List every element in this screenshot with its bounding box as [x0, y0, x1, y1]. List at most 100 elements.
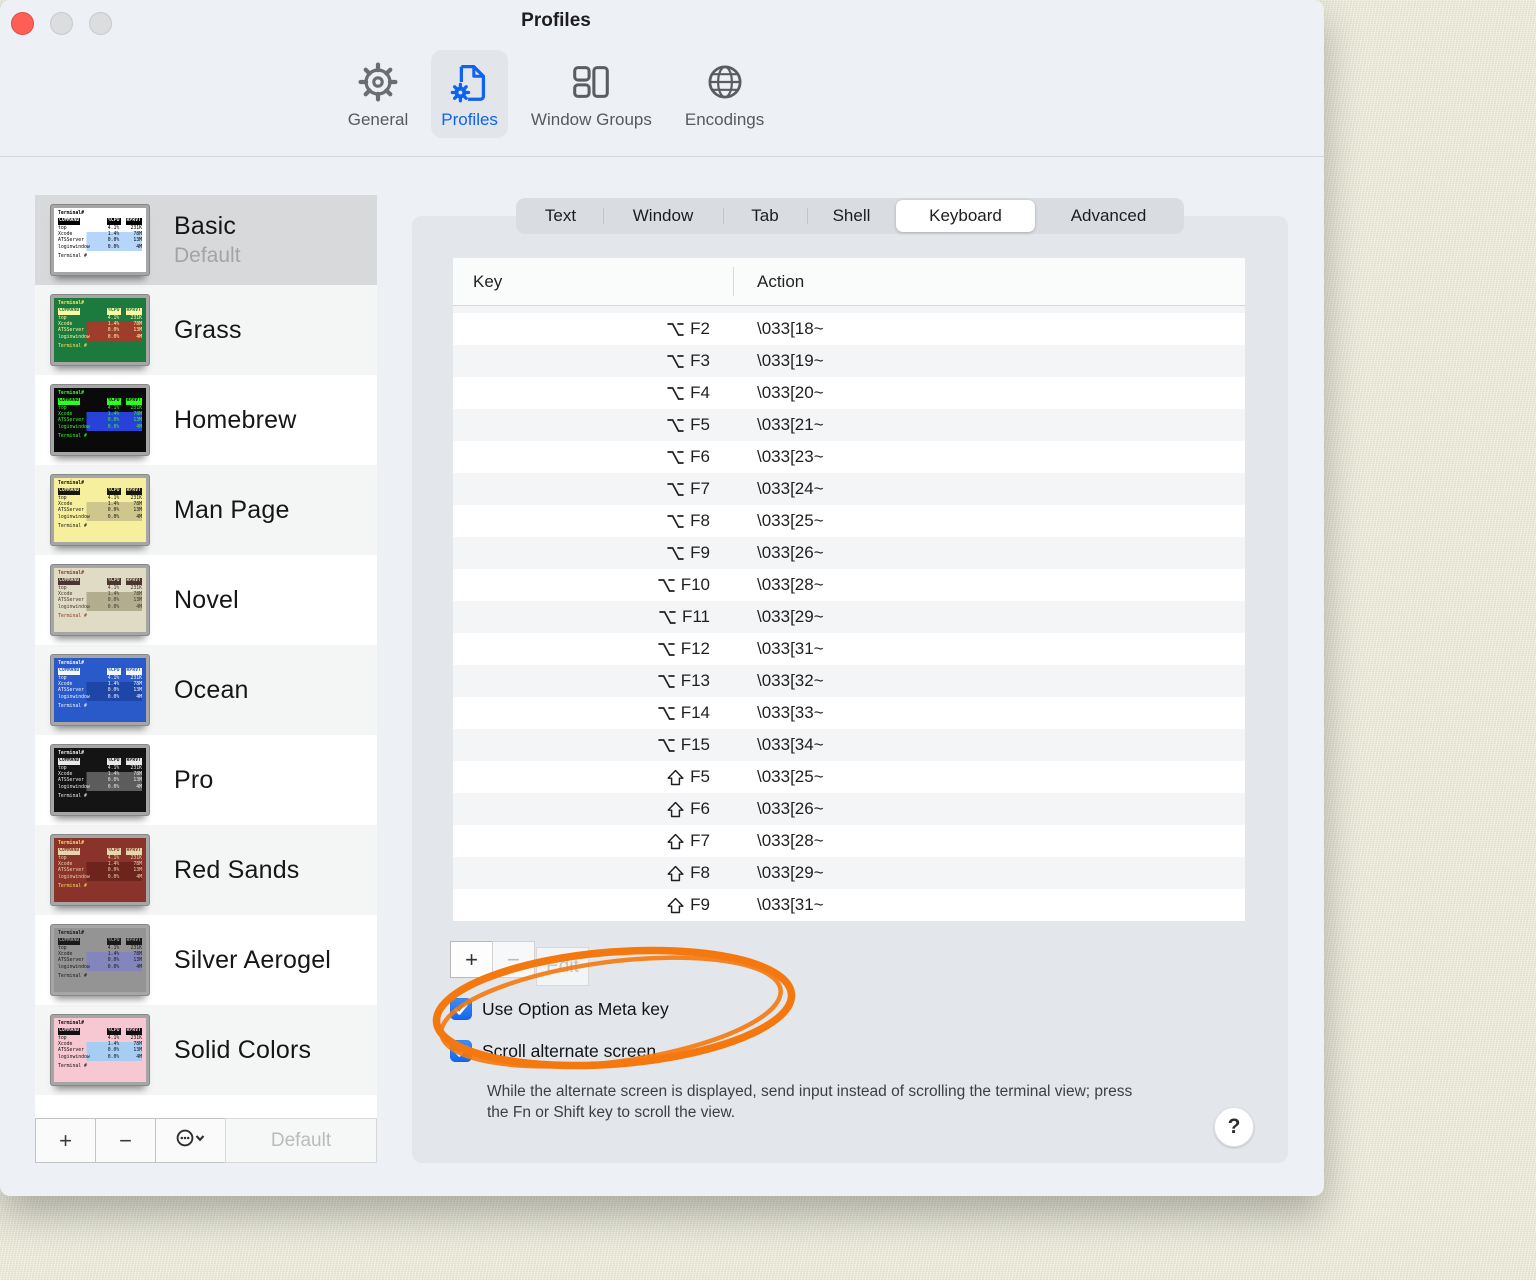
key-label: F6	[690, 447, 710, 466]
profile-list-item[interactable]: Terminal# COMMAND %CPU RPRVT top 4.1% 231K Xc…	[35, 555, 377, 645]
key-mapping-row[interactable]: F8 \033[29~	[453, 857, 1245, 889]
key-cell: F9	[453, 889, 710, 921]
profile-default-badge: Default	[174, 244, 241, 267]
set-default-button[interactable]: Default	[225, 1118, 377, 1163]
profile-name: Silver Aerogel	[174, 945, 332, 974]
thumbnail-header-chips: COMMAND %CPU RPRVT	[58, 1028, 142, 1035]
key-mapping-row[interactable]: F15 \033[34~	[453, 729, 1245, 761]
key-mapping-row[interactable]: F6 \033[26~	[453, 793, 1245, 825]
profile-list-item[interactable]: Terminal# COMMAND %CPU RPRVT top 4.1% 231K Xc…	[35, 285, 377, 375]
option-key-icon	[657, 673, 676, 690]
add-profile-button[interactable]: +	[35, 1118, 96, 1163]
option-key-icon	[657, 705, 676, 722]
key-mapping-row[interactable]: F11 \033[29~	[453, 601, 1245, 633]
key-mapping-row[interactable]: F10 \033[28~	[453, 569, 1245, 601]
tab-advanced[interactable]: Advanced	[1035, 200, 1182, 232]
thumbnail-header-chips: COMMAND %CPU RPRVT	[58, 938, 142, 945]
help-button[interactable]: ?	[1214, 1107, 1254, 1147]
thumbnail-title: Terminal#	[58, 841, 84, 846]
thumbnail-process-rows: top 4.1% 231K Xcode 1.4% 78M ATSServer 0.0% 13M l…	[58, 675, 142, 701]
remove-key-button[interactable]: −	[492, 941, 535, 978]
tab-text[interactable]: Text	[518, 200, 603, 232]
key-mapping-row[interactable]: F5 \033[21~	[453, 409, 1245, 441]
thumbnail-title: Terminal#	[58, 661, 84, 666]
key-mapping-row[interactable]: F6 \033[23~	[453, 441, 1245, 473]
thumbnail-header-chips: COMMAND %CPU RPRVT	[58, 218, 142, 225]
option-key-icon	[657, 577, 676, 594]
option-key-icon	[666, 449, 685, 466]
add-key-button[interactable]: +	[450, 941, 493, 978]
key-cell: F11	[453, 601, 710, 633]
thumbnail-title: Terminal#	[58, 571, 84, 576]
key-mapping-row[interactable]: F14 \033[33~	[453, 697, 1245, 729]
globe-icon	[703, 56, 747, 108]
tab-window[interactable]: Window	[603, 200, 723, 232]
option-key-icon	[666, 385, 685, 402]
action-cell: \033[31~	[757, 895, 824, 914]
key-label: F5	[690, 767, 710, 786]
toolbar-label: Encodings	[684, 110, 765, 129]
key-mapping-row[interactable]: F4 \033[20~	[453, 377, 1245, 409]
profile-name: Man Page	[174, 495, 290, 524]
tab-shell[interactable]: Shell	[807, 200, 896, 232]
toolbar-item-profiles[interactable]: Profiles	[431, 50, 508, 138]
key-mapping-row[interactable]: F9 \033[26~	[453, 537, 1245, 569]
profile-list-item[interactable]: Terminal# COMMAND %CPU RPRVT top 4.1% 231K Xc…	[35, 825, 377, 915]
remove-profile-button[interactable]: −	[95, 1118, 156, 1163]
toolbar-item-window-groups[interactable]: Window Groups	[521, 50, 662, 138]
toolbar-item-encodings[interactable]: Encodings	[675, 50, 774, 138]
key-mapping-row[interactable]: F7 \033[28~	[453, 825, 1245, 857]
option-key-icon	[666, 513, 685, 530]
toolbar: General Profiles Window Groups Encodings	[0, 50, 1112, 138]
key-mapping-table: Key Action F2 \033[18~ F3 \033[19~ F4 \0…	[453, 258, 1245, 921]
thumbnail-header-chips: COMMAND %CPU RPRVT	[58, 398, 142, 405]
column-header-action: Action	[757, 272, 805, 291]
profile-actions-menu-button[interactable]	[155, 1118, 226, 1163]
profile-list-item[interactable]: Terminal# COMMAND %CPU RPRVT top 4.1% 231K Xc…	[35, 645, 377, 735]
toolbar-item-general[interactable]: General	[338, 50, 418, 138]
key-label: F4	[690, 383, 710, 402]
thumbnail-process-rows: top 4.1% 231K Xcode 1.4% 78M ATSServer 0.0% 13M l…	[58, 765, 142, 791]
thumbnail-prompt: Terminal #	[58, 523, 87, 529]
key-mapping-row[interactable]: F12 \033[31~	[453, 633, 1245, 665]
key-mapping-row[interactable]: F9 \033[31~	[453, 889, 1245, 921]
option-key-icon	[657, 737, 676, 754]
profile-list-item[interactable]: Terminal# COMMAND %CPU RPRVT top 4.1% 231K Xc…	[35, 465, 377, 555]
key-mapping-row[interactable]: F2 \033[18~	[453, 313, 1245, 345]
key-mapping-row[interactable]: F13 \033[32~	[453, 665, 1245, 697]
key-cell: F6	[453, 793, 710, 825]
profile-list-item[interactable]: Terminal# COMMAND %CPU RPRVT top 4.1% 231K Xc…	[35, 735, 377, 825]
key-label: F7	[690, 479, 710, 498]
use-option-as-meta-key-checkbox[interactable]: Use Option as Meta key	[450, 998, 669, 1020]
thumbnail-prompt: Terminal #	[58, 253, 87, 259]
thumbnail-process-rows: top 4.1% 231K Xcode 1.4% 78M ATSServer 0.0% 13M l…	[58, 405, 142, 431]
profile-thumbnail: Terminal# COMMAND %CPU RPRVT top 4.1% 231K Xc…	[51, 205, 149, 275]
profile-list-item[interactable]: Terminal# COMMAND %CPU RPRVT top 4.1% 231K Xc…	[35, 195, 377, 285]
column-divider[interactable]	[733, 267, 734, 296]
key-cell: F14	[453, 697, 710, 729]
thumbnail-header-chips: COMMAND %CPU RPRVT	[58, 848, 142, 855]
profile-name: Novel	[174, 585, 239, 614]
action-cell: \033[28~	[757, 575, 824, 594]
titlebar: Profiles General Profiles Window Groups …	[0, 0, 1324, 157]
profile-thumbnail: Terminal# COMMAND %CPU RPRVT top 4.1% 231K Xc…	[51, 655, 149, 725]
document-gear-icon	[447, 56, 493, 108]
tab-keyboard[interactable]: Keyboard	[896, 200, 1035, 232]
action-cell: \033[19~	[757, 351, 824, 370]
key-label: F10	[680, 575, 710, 594]
profile-thumbnail: Terminal# COMMAND %CPU RPRVT top 4.1% 231K Xc…	[51, 295, 149, 365]
table-scroll-sliver	[453, 306, 1245, 313]
key-mapping-row[interactable]: F5 \033[25~	[453, 761, 1245, 793]
scroll-alternate-screen-checkbox[interactable]: Scroll alternate screen	[450, 1040, 656, 1062]
tab-tab[interactable]: Tab	[723, 200, 807, 232]
profile-list-item[interactable]: Terminal# COMMAND %CPU RPRVT top 4.1% 231K Xc…	[35, 1005, 377, 1095]
profile-list-item[interactable]: Terminal# COMMAND %CPU RPRVT top 4.1% 231K Xc…	[35, 375, 377, 465]
key-cell: F9	[453, 537, 710, 569]
key-mapping-row[interactable]: F7 \033[24~	[453, 473, 1245, 505]
profile-list-item[interactable]: Terminal# COMMAND %CPU RPRVT top 4.1% 231K Xc…	[35, 915, 377, 1005]
edit-key-button[interactable]: Edit	[536, 947, 589, 986]
key-mapping-row[interactable]: F8 \033[25~	[453, 505, 1245, 537]
profile-sidebar: Terminal# COMMAND %CPU RPRVT top 4.1% 231K Xc…	[35, 195, 377, 1163]
key-mapping-row[interactable]: F3 \033[19~	[453, 345, 1245, 377]
thumbnail-process-rows: top 4.1% 231K Xcode 1.4% 78M ATSServer 0.0% 13M l…	[58, 315, 142, 341]
